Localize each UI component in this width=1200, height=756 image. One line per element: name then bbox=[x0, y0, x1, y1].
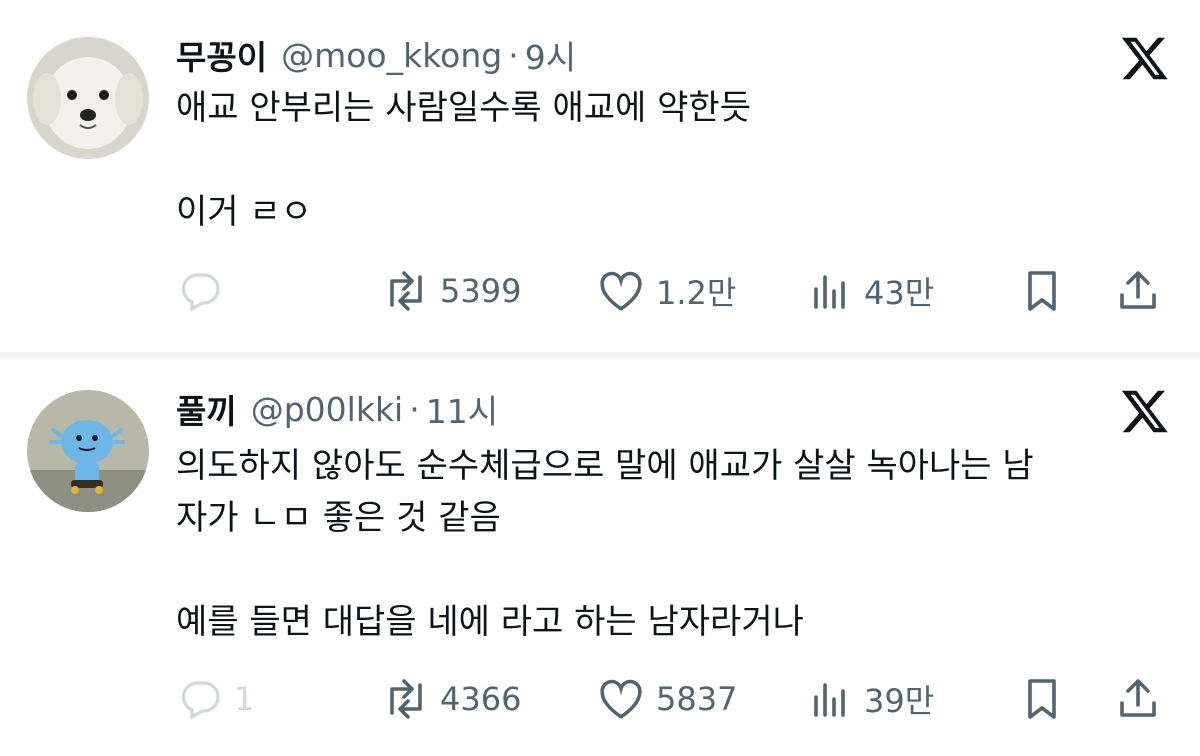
puppy-avatar-icon[interactable] bbox=[27, 37, 149, 159]
tweet-line bbox=[176, 134, 1166, 186]
timestamp[interactable]: 11시 bbox=[426, 385, 498, 433]
like-button[interactable]: 1.2만 bbox=[596, 266, 736, 316]
share-icon bbox=[1114, 675, 1162, 723]
like-button[interactable]: 5837 bbox=[596, 674, 737, 724]
action-bar: 1 4366 5837 39만 bbox=[176, 674, 1176, 724]
views-icon bbox=[806, 675, 854, 723]
character-avatar-icon[interactable] bbox=[27, 390, 149, 512]
bookmark-icon bbox=[1018, 675, 1066, 723]
tweet-text: 의도하지 않아도 순수체급으로 말에 애교가 살살 녹아나는 남 자가 ㄴㅁ 좋… bbox=[176, 440, 1166, 648]
retweet-count: 4366 bbox=[440, 680, 522, 718]
bookmark-button[interactable] bbox=[1018, 674, 1066, 724]
tweet-line: 애교 안부리는 사람일수록 애교에 약한듯 bbox=[176, 88, 751, 128]
like-count: 1.2만 bbox=[656, 274, 737, 312]
like-count: 5837 bbox=[656, 680, 738, 718]
tweet-line: 이거 ㄹㅇ bbox=[176, 192, 312, 232]
bookmark-icon bbox=[1018, 267, 1066, 315]
x-logo-icon bbox=[1120, 386, 1170, 436]
bookmark-button[interactable] bbox=[1018, 266, 1066, 316]
share-icon bbox=[1114, 267, 1162, 315]
retweet-icon bbox=[382, 675, 430, 723]
reply-icon bbox=[176, 675, 224, 723]
retweet-button[interactable]: 5399 bbox=[382, 266, 521, 316]
user-handle[interactable]: @p00lkki bbox=[251, 390, 404, 429]
action-bar: 5399 1.2만 43만 bbox=[176, 266, 1176, 316]
tweet-line: 의도하지 않아도 순수체급으로 말에 애교가 살살 녹아나는 남 bbox=[176, 446, 1034, 486]
display-name[interactable]: 풀끼 bbox=[176, 385, 237, 433]
views-button[interactable]: 43만 bbox=[806, 266, 934, 316]
share-button[interactable] bbox=[1114, 266, 1162, 316]
separator-dot: · bbox=[409, 389, 420, 429]
retweet-count: 5399 bbox=[440, 272, 522, 310]
retweet-button[interactable]: 4366 bbox=[382, 674, 521, 724]
tweet-line bbox=[176, 544, 1166, 596]
x-logo-icon bbox=[1120, 33, 1170, 83]
heart-icon bbox=[596, 674, 646, 724]
reply-count: 1 bbox=[234, 680, 255, 718]
tweet[interactable]: 무꽁이 @moo_kkong · 9시 애교 안부리는 사람일수록 애교에 약한… bbox=[0, 0, 1200, 352]
retweet-icon bbox=[382, 267, 430, 315]
tweet-text: 애교 안부리는 사람일수록 애교에 약한듯 이거 ㄹㅇ bbox=[176, 82, 1166, 238]
heart-icon bbox=[596, 266, 646, 316]
tweet-line: 자가 ㄴㅁ 좋은 것 같음 bbox=[176, 498, 501, 538]
views-count: 43만 bbox=[864, 274, 935, 312]
views-button[interactable]: 39만 bbox=[806, 674, 934, 724]
reply-button[interactable]: 1 bbox=[176, 674, 254, 724]
tweet-header: 무꽁이 @moo_kkong · 9시 bbox=[176, 30, 576, 80]
user-handle[interactable]: @moo_kkong bbox=[281, 36, 502, 75]
views-icon bbox=[806, 267, 854, 315]
views-count: 39만 bbox=[864, 682, 935, 720]
share-button[interactable] bbox=[1114, 674, 1162, 724]
tweet-header: 풀끼 @p00lkki · 11시 bbox=[176, 384, 498, 434]
reply-icon bbox=[176, 267, 224, 315]
display-name[interactable]: 무꽁이 bbox=[176, 31, 267, 79]
reply-button[interactable] bbox=[176, 266, 234, 316]
timestamp[interactable]: 9시 bbox=[525, 31, 576, 79]
separator-dot: · bbox=[508, 35, 519, 75]
tweet-line: 예를 들면 대답을 네에 라고 하는 남자라거나 bbox=[176, 602, 804, 642]
